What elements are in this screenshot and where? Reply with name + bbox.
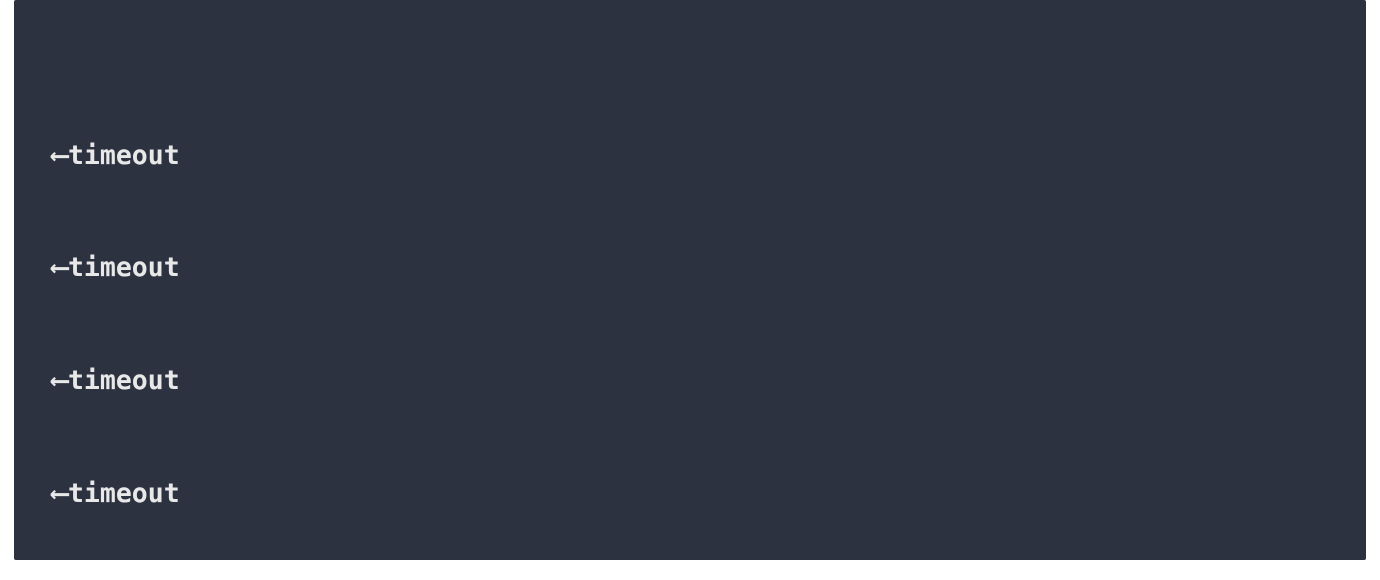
timeout-label: timeout: [68, 362, 180, 400]
scan-timeout-line: ⟵timeout: [14, 475, 1366, 513]
arrow-left-icon: ⟵: [52, 362, 66, 400]
arrow-left-icon: ⟵: [52, 249, 66, 287]
arrow-left-icon: ⟵: [52, 137, 66, 175]
timeout-label: timeout: [68, 249, 180, 287]
terminal-output[interactable]: ⟵timeout ⟵timeout ⟵timeout ⟵timeout ⟵tim…: [14, 0, 1366, 560]
scan-timeout-line: ⟵timeout: [14, 362, 1366, 400]
arrow-left-icon: ⟵: [52, 475, 66, 513]
timeout-label: timeout: [68, 475, 180, 513]
scan-timeout-line: ⟵timeout: [14, 249, 1366, 287]
timeout-label: timeout: [68, 137, 180, 175]
scan-timeout-line: ⟵timeout: [14, 137, 1366, 175]
